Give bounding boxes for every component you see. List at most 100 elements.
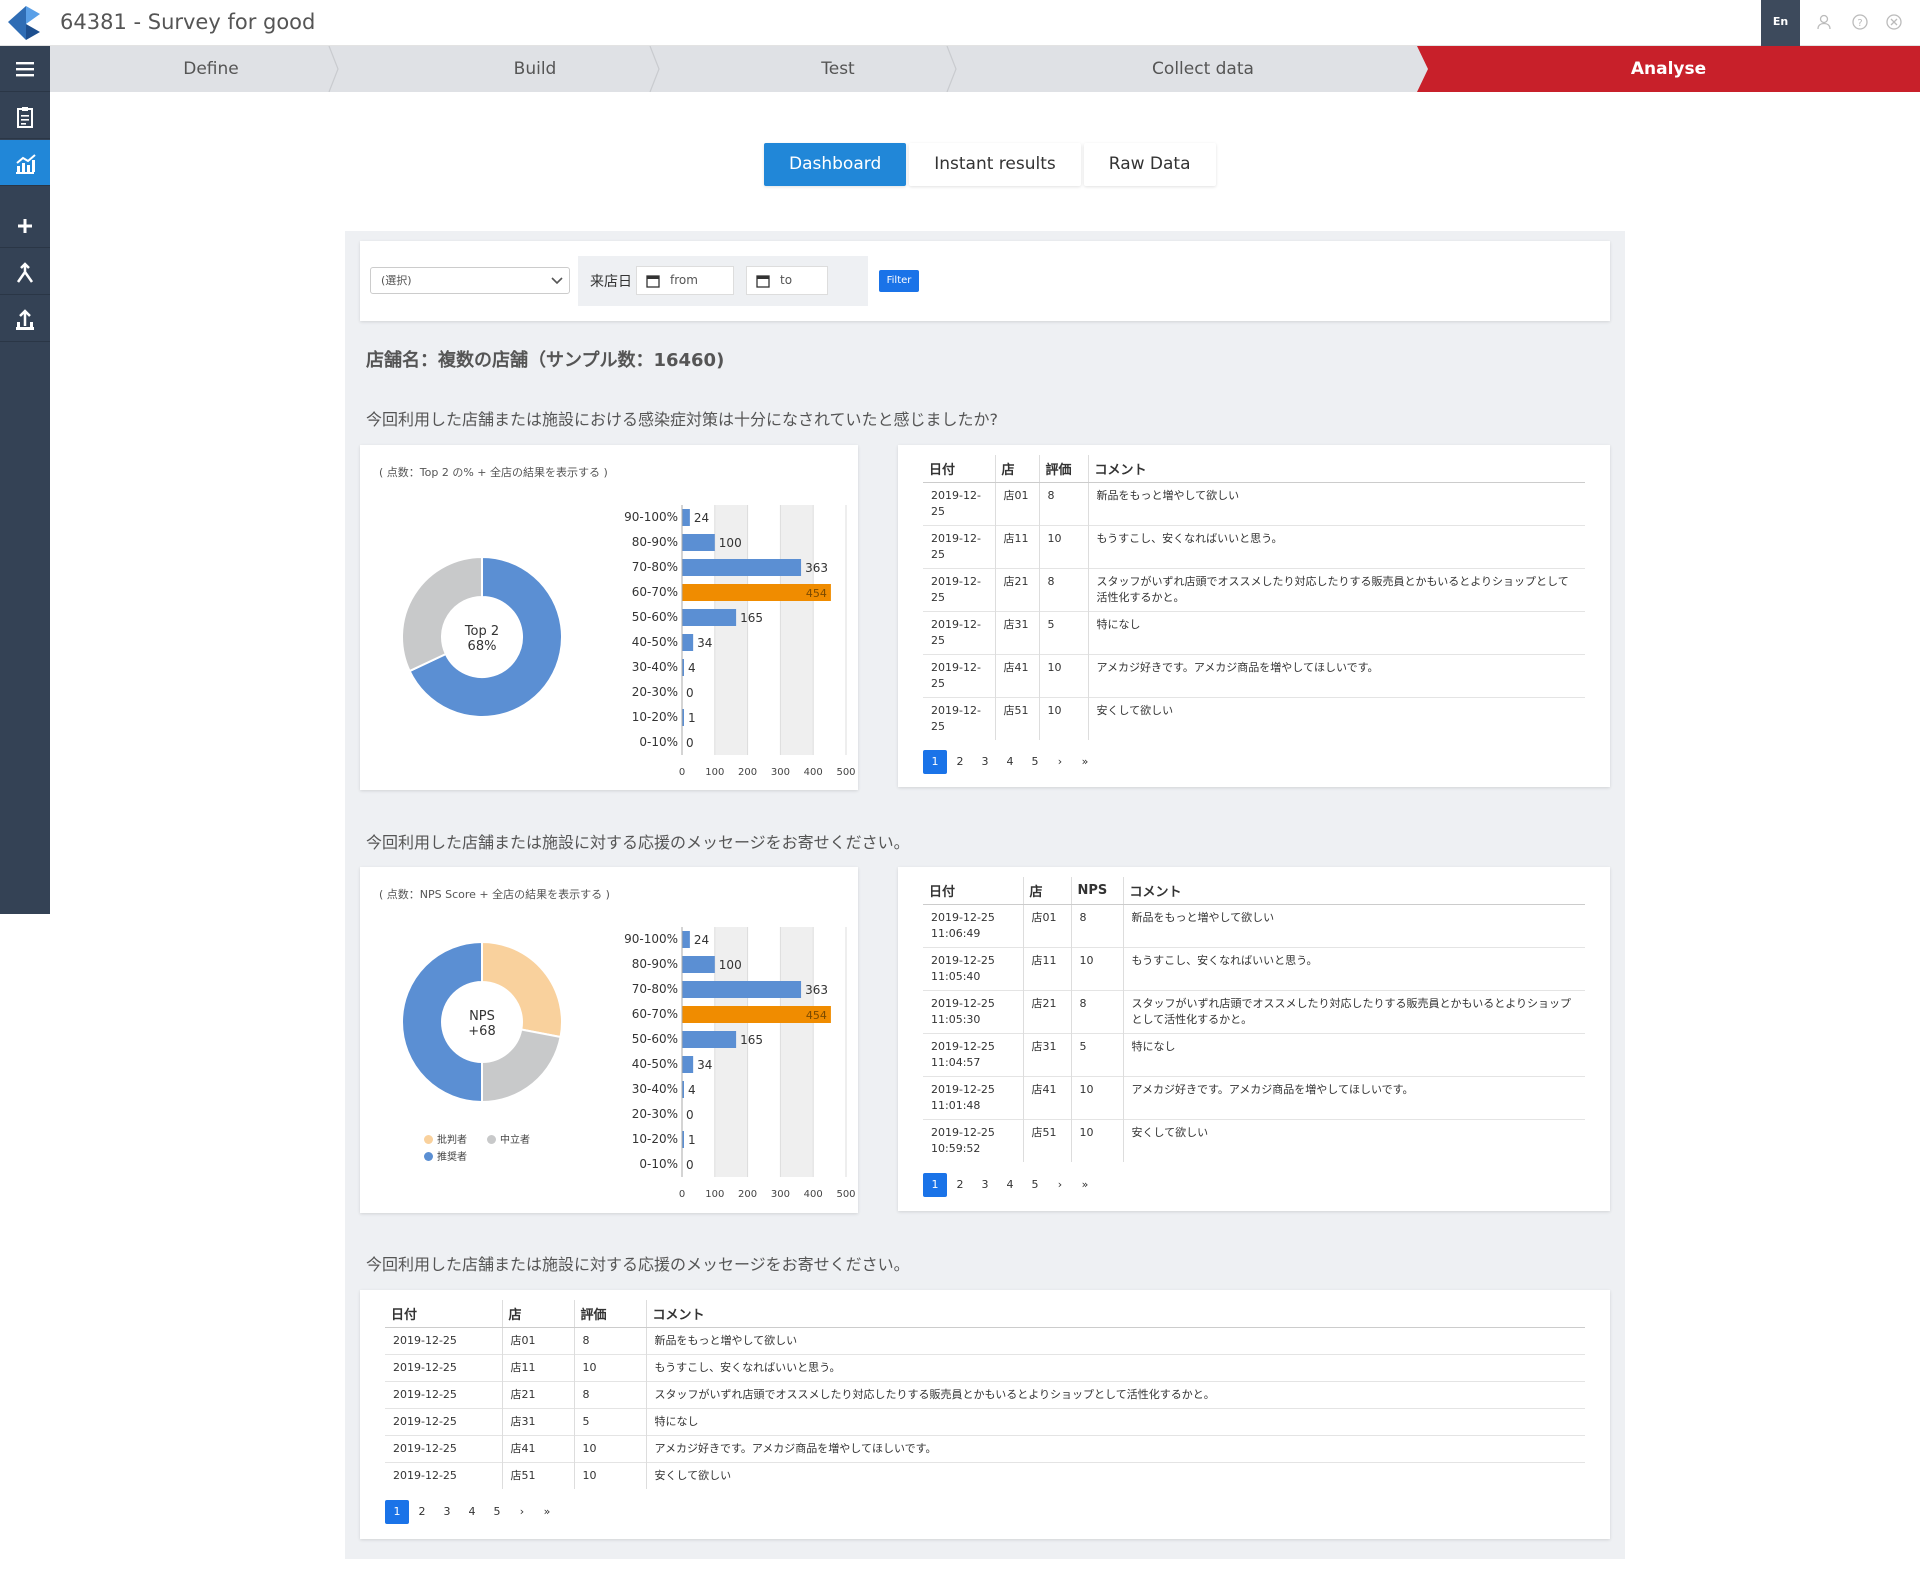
tab-dashboard[interactable]: Dashboard	[764, 143, 907, 186]
page-link[interactable]: 2	[948, 750, 972, 774]
donut-center-label: Top 2	[464, 624, 499, 639]
filter-button[interactable]: Filter	[879, 270, 919, 292]
score-bar-chart: 0 100 200 300 400 50090-100% 2480-90% 10070-80%…	[624, 505, 856, 778]
table-cell: 10	[573, 1434, 646, 1462]
table-row: 2019-12-25 11:05:40 店11 10 もうすこし、安くなればいいと思う…	[923, 946, 1585, 990]
page-link[interactable]: ›	[510, 1500, 534, 1524]
menu-button[interactable]	[0, 46, 50, 92]
column-header[interactable]: コメント	[1087, 455, 1585, 483]
column-header[interactable]: 店	[501, 1300, 574, 1328]
app-logo[interactable]	[0, 0, 50, 46]
page-link[interactable]: »	[1073, 750, 1097, 774]
step-test[interactable]: Test	[718, 46, 958, 92]
category-label: 70-80%	[632, 982, 678, 996]
table-row: 2019-12-25 10:59:52 店51 10 安くして欲しい	[923, 1118, 1585, 1162]
bar-value-label: 1	[688, 711, 696, 725]
step-build[interactable]: Build	[415, 46, 655, 92]
page-link[interactable]: 4	[998, 750, 1022, 774]
column-header[interactable]: 日付	[385, 1300, 502, 1328]
page-current[interactable]: 1	[923, 1173, 947, 1197]
table-cell: 10	[1070, 1075, 1123, 1119]
bar	[682, 559, 802, 576]
bar	[682, 534, 715, 551]
bar-value-label: 363	[805, 561, 828, 575]
date-to-input[interactable]: to	[746, 266, 828, 295]
comments-table: 日付店評価 コメント 2019-12-25 店01 8 新品をもっと増やして欲しい 2019…	[923, 455, 1585, 740]
column-header[interactable]: コメント	[645, 1300, 1585, 1328]
column-header[interactable]: 評価	[1038, 455, 1088, 483]
user-icon[interactable]	[1815, 13, 1833, 31]
dashboard-panel: (選択) 来店日 from - to Filter 店舗名：複数の店舗（サンプル…	[345, 231, 1625, 1559]
table-cell: 2019-12-25	[385, 1380, 502, 1408]
sidebar-item-merge[interactable]	[0, 249, 50, 295]
page-link[interactable]: 5	[1023, 750, 1047, 774]
bar	[682, 981, 802, 998]
sidebar-item-add[interactable]	[0, 202, 50, 248]
column-header[interactable]: 店	[994, 455, 1039, 483]
x-tick-label: 300	[771, 1189, 790, 1200]
page-current[interactable]: 1	[385, 1500, 409, 1524]
language-button[interactable]: En	[1761, 0, 1800, 46]
table-cell: 安くして欲しい	[645, 1461, 1585, 1489]
step-analyse[interactable]: Analyse	[1417, 46, 1920, 92]
page-link[interactable]: 4	[998, 1173, 1022, 1197]
calendar-icon	[756, 275, 770, 288]
bar	[682, 931, 690, 948]
help-icon[interactable]: ?	[1851, 13, 1869, 31]
table-row: 2019-12-25 店11 10 もうすこし、安くなればいいと思う。	[923, 524, 1585, 568]
table-cell: 新品をもっと増やして欲しい	[645, 1326, 1585, 1354]
bar-value-label: 34	[697, 636, 712, 650]
store-select[interactable]: (選択)	[370, 267, 570, 294]
page-link[interactable]: »	[535, 1500, 559, 1524]
tab-instant-results[interactable]: Instant results	[909, 143, 1081, 186]
chart-card-nps: ( 点数：NPS Score + 全店の結果を表示する ) NPS +68 批判者…	[360, 867, 858, 1213]
page-link[interactable]: 3	[973, 750, 997, 774]
sidebar-item-upload[interactable]	[0, 296, 50, 342]
page-link[interactable]: 2	[948, 1173, 972, 1197]
column-header[interactable]: 日付	[923, 877, 1023, 905]
visit-date-label: 来店日	[590, 274, 632, 290]
category-label: 60-70%	[632, 1007, 678, 1021]
bar-value-label: 454	[806, 587, 827, 600]
page-link[interactable]: 3	[973, 1173, 997, 1197]
hamburger-icon	[16, 62, 34, 77]
step-define[interactable]: Define	[91, 46, 331, 92]
sample-summary: 店舗名：複数の店舗（サンプル数：16460)	[366, 350, 725, 371]
page-link[interactable]: 4	[460, 1500, 484, 1524]
table-cell: もうすこし、安くなればいいと思う。	[1087, 524, 1585, 568]
date-from-input[interactable]: from	[636, 266, 734, 295]
page-link[interactable]: 3	[435, 1500, 459, 1524]
page-link[interactable]: 2	[410, 1500, 434, 1524]
page-link[interactable]: »	[1073, 1173, 1097, 1197]
table-cell: 10	[573, 1353, 646, 1381]
column-header[interactable]: NPS	[1070, 877, 1123, 905]
page-link[interactable]: ›	[1048, 750, 1072, 774]
x-tick-label: 400	[804, 767, 823, 778]
page-link[interactable]: 5	[485, 1500, 509, 1524]
tab-raw-data[interactable]: Raw Data	[1083, 143, 1216, 186]
column-header[interactable]: コメント	[1122, 877, 1585, 905]
table-cell: 店51	[501, 1461, 574, 1489]
sidebar-item-analytics[interactable]	[0, 140, 50, 186]
bar-value-label: 0	[686, 1158, 694, 1172]
column-header[interactable]: 評価	[573, 1300, 646, 1328]
bar	[682, 509, 690, 526]
close-icon[interactable]	[1885, 13, 1903, 31]
table-cell: 店11	[994, 524, 1039, 568]
donut-center-value: 68%	[468, 639, 497, 654]
sidebar-item-surveys[interactable]	[0, 93, 50, 139]
bar-value-label: 165	[740, 1033, 763, 1047]
column-header[interactable]: 店	[1022, 877, 1071, 905]
comments-table: 日付店 NPS コメント 2019-12-25 11:06:49 店01 8 新品をもっと増…	[923, 877, 1585, 1162]
page-current[interactable]: 1	[923, 750, 947, 774]
x-tick-label: 500	[836, 1189, 855, 1200]
table-cell: 店21	[994, 567, 1039, 611]
legend-promoters-label: 推奨者	[437, 1152, 467, 1163]
bar-value-label: 0	[686, 686, 694, 700]
page-link[interactable]: 5	[1023, 1173, 1047, 1197]
table-cell: 10	[1038, 653, 1088, 697]
step-collect-data[interactable]: Collect data	[1083, 46, 1323, 92]
bar	[682, 1056, 694, 1073]
page-link[interactable]: ›	[1048, 1173, 1072, 1197]
column-header[interactable]: 日付	[923, 455, 995, 483]
